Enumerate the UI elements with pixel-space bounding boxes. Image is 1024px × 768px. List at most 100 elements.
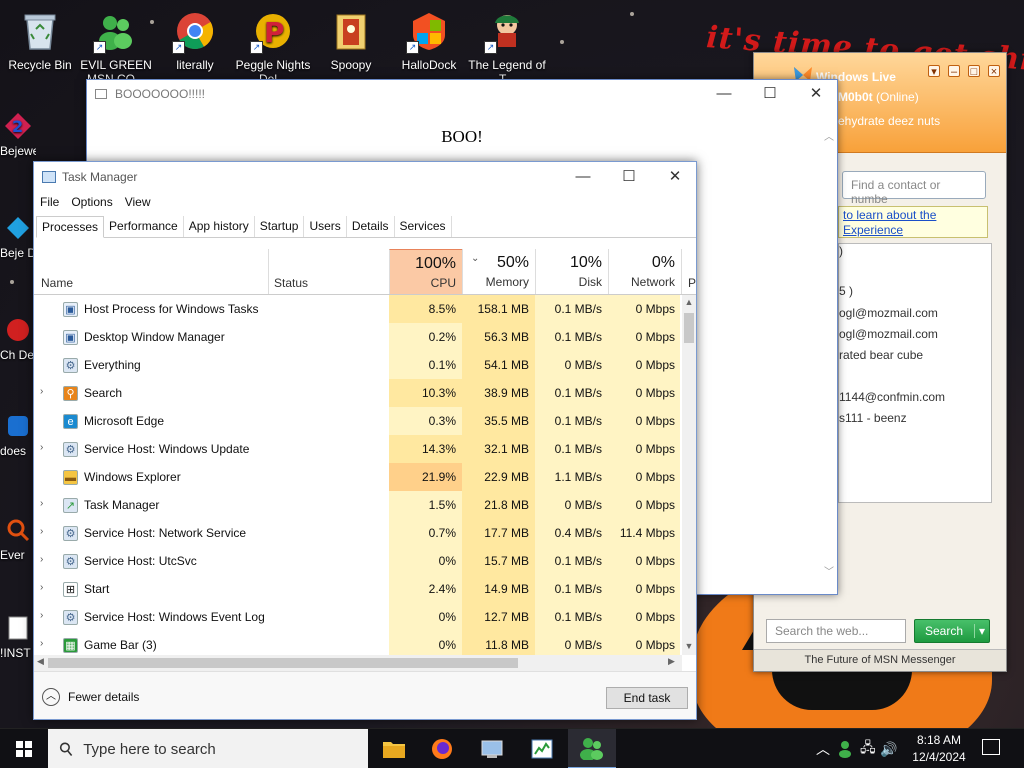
expand-chevron-icon[interactable]: › <box>40 610 43 621</box>
web-search-input[interactable]: Search the web... <box>766 619 906 643</box>
vertical-scrollbar[interactable]: ▲ ▼ <box>682 295 696 655</box>
expand-chevron-icon[interactable]: › <box>40 582 43 593</box>
table-row[interactable]: › ⚙ Service Host: Windows Event Log 0% 12.7 … <box>34 603 680 631</box>
scroll-up-icon[interactable]: ︿ <box>821 128 837 143</box>
contact-item[interactable]: ) <box>839 244 843 258</box>
web-search-button[interactable]: Search ▾ <box>914 619 990 643</box>
expand-chevron-icon[interactable]: › <box>40 526 43 537</box>
minimize-button[interactable]: — <box>701 80 747 108</box>
taskbar-clock[interactable]: 8:18 AM 12/4/2024 <box>910 732 968 766</box>
maximize-button[interactable]: ☐ <box>747 80 793 108</box>
tab-app-history[interactable]: App history <box>184 216 255 237</box>
info-link[interactable]: Experience <box>843 223 903 237</box>
table-row[interactable]: › ⊞ Start 2.4% 14.9 MB 0.1 MB/s 0 Mbps <box>34 575 680 603</box>
chevron-down-icon[interactable]: ▾ <box>973 624 985 638</box>
column-power[interactable]: P <box>681 249 696 294</box>
start-button[interactable] <box>0 729 48 768</box>
show-hidden-icons[interactable]: ︿ <box>816 729 830 768</box>
taskbar-file-explorer[interactable] <box>370 729 418 768</box>
msn-info-bar[interactable]: to learn about the Experience <box>838 206 988 238</box>
tray-msn[interactable] <box>838 729 856 768</box>
end-task-button[interactable]: End task <box>606 687 688 709</box>
minimize-button[interactable]: — <box>560 162 606 192</box>
desktop-icon-recycle-bin[interactable]: Recycle Bin <box>0 8 80 72</box>
taskbar-control-panel[interactable] <box>468 729 516 768</box>
column-name[interactable]: Name <box>41 276 73 290</box>
contact-item[interactable]: 5 ) <box>839 284 853 298</box>
menu-options[interactable]: Options <box>71 193 118 213</box>
taskbar-firefox[interactable] <box>418 729 466 768</box>
contact-item[interactable]: ogl@mozmail.com <box>839 306 938 320</box>
tab-services[interactable]: Services <box>395 216 452 237</box>
contact-item[interactable]: 1144@confmin.com <box>839 390 945 404</box>
desktop-icon-msn[interactable]: ↗ EVIL GREEN MSN CO... <box>76 8 156 86</box>
table-row[interactable]: › ⚙ Service Host: Windows Update 14.3% 32.1 … <box>34 435 680 463</box>
notification-center-icon[interactable] <box>982 739 1000 755</box>
taskbar-search-box[interactable]: ⚲ Type here to search <box>48 729 368 768</box>
close-button[interactable]: ✕ <box>652 162 698 192</box>
tab-performance[interactable]: Performance <box>104 216 184 237</box>
scroll-down-icon[interactable]: ﹀ <box>821 563 837 578</box>
column-cpu[interactable]: 100% CPU <box>389 249 462 294</box>
table-row[interactable]: › ↗ Task Manager 1.5% 21.8 MB 0 MB/s 0 Mbps <box>34 491 680 519</box>
scroll-up-icon[interactable]: ▲ <box>682 297 696 307</box>
msn-user-display[interactable]: M0b0t (Online) <box>838 90 919 104</box>
desktop-icon-chrome[interactable]: ↗ literally <box>155 8 235 72</box>
table-row[interactable]: ▬ Windows Explorer 21.9% 22.9 MB 1.1 MB/s 0 M… <box>34 463 680 491</box>
maximize-button[interactable]: □ <box>968 65 980 78</box>
table-row[interactable]: › ⚲ Search 10.3% 38.9 MB 0.1 MB/s 0 Mbps <box>34 379 680 407</box>
expand-chevron-icon[interactable]: › <box>40 386 43 397</box>
table-row[interactable]: › ⚙ Service Host: UtcSvc 0% 15.7 MB 0.1 MB/s 0… <box>34 547 680 575</box>
contact-item[interactable]: ogl@mozmail.com <box>839 327 938 341</box>
scrollbar-thumb[interactable] <box>684 313 694 343</box>
table-row[interactable]: › ⚙ Service Host: Network Service 0.7% 17.7 … <box>34 519 680 547</box>
fewer-details-button[interactable]: ︿ Fewer details <box>42 688 139 706</box>
desktop-icon-peggle[interactable]: P↗ Peggle Nights Del... <box>233 8 313 86</box>
table-row[interactable]: › ▦ Game Bar (3) 0% 11.8 MB 0 MB/s 0 Mbps <box>34 631 680 655</box>
minimize-button[interactable]: – <box>948 65 960 78</box>
msn-personal-message[interactable]: ehydrate deez nuts <box>838 114 940 128</box>
column-status[interactable]: Status <box>274 276 308 290</box>
table-row[interactable]: ▣ Host Process for Windows Tasks 8.5% 158.1… <box>34 295 680 323</box>
column-memory[interactable]: ⌄ 50% Memory <box>462 249 535 294</box>
scroll-left-icon[interactable]: ◀ <box>37 656 44 667</box>
contact-list[interactable]: ) 5 ) ogl@mozmail.com ogl@mozmail.com ra… <box>838 243 992 503</box>
column-network[interactable]: 0% Network <box>608 249 681 294</box>
info-link[interactable]: to learn about the <box>843 208 936 222</box>
maximize-button[interactable]: ☐ <box>606 162 652 192</box>
scroll-down-icon[interactable]: ▼ <box>682 641 696 651</box>
expand-chevron-icon[interactable]: › <box>40 554 43 565</box>
tray-network[interactable]: 🖧 <box>860 729 876 768</box>
desktop-icon-does[interactable]: does <box>0 408 36 458</box>
desktop-icon-install[interactable]: !INST <box>0 610 36 660</box>
tab-details[interactable]: Details <box>347 216 395 237</box>
desktop-icon-everything[interactable]: Ever <box>0 512 36 562</box>
msn-menu-button[interactable]: ▾ <box>928 65 940 78</box>
find-contact-input[interactable]: Find a contact or numbe <box>842 171 986 206</box>
desktop-icon-chuzzle[interactable]: Ch De <box>0 312 36 362</box>
expand-chevron-icon[interactable]: › <box>40 498 43 509</box>
desktop-icon-hallodock[interactable]: ↗ HalloDock <box>389 8 469 72</box>
table-row[interactable]: ▣ Desktop Window Manager 0.2% 56.3 MB 0.1 MB… <box>34 323 680 351</box>
horizontal-scrollbar[interactable]: ◀ ▶ <box>34 655 682 671</box>
close-button[interactable]: × <box>988 65 1000 78</box>
task-manager-window[interactable]: Task Manager — ☐ ✕ File Options View Pro… <box>33 161 697 720</box>
table-row[interactable]: e Microsoft Edge 0.3% 35.5 MB 0.1 MB/s 0 Mbps <box>34 407 680 435</box>
tab-users[interactable]: Users <box>304 216 347 237</box>
table-row[interactable]: ⚙ Everything 0.1% 54.1 MB 0 MB/s 0 Mbps <box>34 351 680 379</box>
desktop-icon-bejeweled[interactable]: Beje De <box>0 210 36 260</box>
taskbar-task-manager[interactable] <box>518 729 566 768</box>
taskbar-msn[interactable] <box>568 729 616 768</box>
scroll-right-icon[interactable]: ▶ <box>668 656 675 667</box>
expand-chevron-icon[interactable]: › <box>40 442 43 453</box>
column-disk[interactable]: 10% Disk <box>535 249 608 294</box>
boo-scrollbar[interactable]: ︿ ﹀ <box>821 108 837 594</box>
close-button[interactable]: ✕ <box>793 80 839 108</box>
tab-startup[interactable]: Startup <box>255 216 305 237</box>
menu-file[interactable]: File <box>40 193 65 213</box>
desktop-icon-spoopy[interactable]: Spoopy <box>311 8 391 72</box>
expand-chevron-icon[interactable]: › <box>40 638 43 649</box>
desktop-icon-bejeweled2[interactable]: 2 Bejeweled 2 De <box>0 108 36 158</box>
menu-view[interactable]: View <box>125 193 157 213</box>
scrollbar-thumb[interactable] <box>48 658 518 668</box>
